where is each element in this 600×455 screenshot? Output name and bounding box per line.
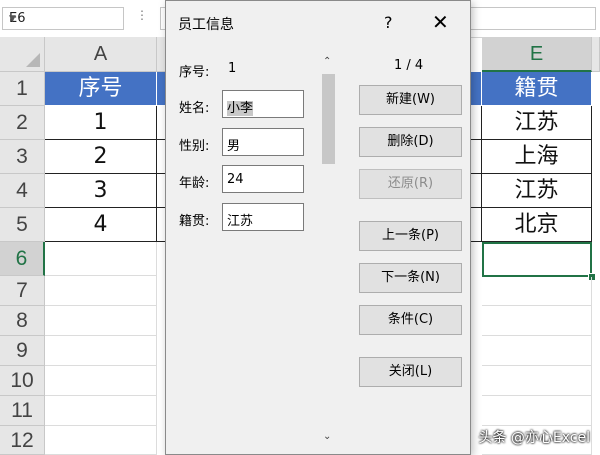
delete-button[interactable]: 删除(D) [359,127,462,157]
column-header-e[interactable]: E [482,37,592,72]
cell-a6[interactable] [45,242,157,276]
cell-e9[interactable] [482,336,592,366]
restore-button[interactable]: 还原(R) [359,169,462,199]
gender-field[interactable]: 男 [222,128,304,156]
cell-e7[interactable] [482,277,592,306]
age-field[interactable]: 24 [222,165,304,193]
cell-d5[interactable] [470,208,482,242]
active-cell-e6[interactable] [482,242,592,277]
chevron-down-icon[interactable]: ⌄ [323,431,331,442]
cell-a11[interactable] [45,396,157,426]
cell-e4[interactable]: 江苏 [482,174,592,208]
cell-a1[interactable]: 序号 [45,72,157,106]
data-form-dialog: 员工信息 ? ✕ 序号: 1 姓名: 小李 性别: 男 年龄: 24 籍贯: 江… [165,0,471,455]
row-header-10[interactable]: 10 [0,366,45,396]
row-header-5[interactable]: 5 [0,208,45,242]
row-header-2[interactable]: 2 [0,106,45,140]
name-label: 姓名: [179,101,210,116]
name-box[interactable]: E6 ▼ [2,7,124,30]
cell-d1[interactable] [470,72,482,106]
cell-a7[interactable] [45,276,157,306]
row-header-11[interactable]: 11 [0,396,45,426]
next-button[interactable]: 下一条(N) [359,263,462,293]
name-field[interactable]: 小李 [222,90,304,118]
new-button[interactable]: 新建(W) [359,85,462,115]
cell-d4[interactable] [470,174,482,208]
row-header-8[interactable]: 8 [0,306,45,336]
row-header-3[interactable]: 3 [0,140,45,174]
cell-d2[interactable] [470,106,482,140]
previous-button[interactable]: 上一条(P) [359,221,462,251]
record-scrollbar[interactable]: ⌃ ⌄ [320,54,337,448]
cell-e2[interactable]: 江苏 [482,106,592,140]
cell-e11[interactable] [482,396,592,426]
column-header-f[interactable] [592,37,600,72]
watermark: 头条 @亦心Excel [478,430,590,446]
cell-a8[interactable] [45,306,157,336]
cell-e1[interactable]: 籍贯 [482,72,592,106]
hometown-field[interactable]: 江苏 [222,203,304,231]
record-counter: 1 / 4 [394,58,424,73]
record-id-value: 1 [228,61,237,76]
column-header-a[interactable]: A [45,37,157,72]
chevron-down-icon[interactable]: ▼ [9,14,117,24]
name-field-value: 小李 [227,101,254,116]
criteria-button[interactable]: 条件(C) [359,305,462,335]
select-all-corner[interactable] [0,37,45,72]
close-icon[interactable]: ✕ [432,10,449,34]
age-label: 年龄: [179,176,210,191]
cell-a4[interactable]: 3 [45,174,157,208]
record-id-label: 序号: [179,65,210,80]
help-icon[interactable]: ? [384,13,393,32]
cell-e5[interactable]: 北京 [482,208,592,242]
row-header-4[interactable]: 4 [0,174,45,208]
row-header-7[interactable]: 7 [0,276,45,306]
formula-bar-dots: ⋮ [136,8,149,22]
cell-e3[interactable]: 上海 [482,140,592,174]
close-button[interactable]: 关闭(L) [359,357,462,387]
cell-d3[interactable] [470,140,482,174]
hometown-label: 籍贯: [179,214,210,229]
row-header-1[interactable]: 1 [0,72,45,106]
row-header-9[interactable]: 9 [0,336,45,366]
gender-label: 性别: [179,139,210,154]
cell-a2[interactable]: 1 [45,106,157,140]
chevron-up-icon[interactable]: ⌃ [323,56,331,67]
cell-a3[interactable]: 2 [45,140,157,174]
cell-a10[interactable] [45,366,157,396]
cell-a9[interactable] [45,336,157,366]
row-header-6[interactable]: 6 [0,242,45,276]
cell-a12[interactable] [45,426,157,455]
scrollbar-thumb[interactable] [322,74,335,164]
cell-e8[interactable] [482,306,592,336]
row-header-12[interactable]: 12 [0,426,45,455]
dialog-title: 员工信息 [178,17,234,33]
cell-e10[interactable] [482,366,592,396]
cell-a5[interactable]: 4 [45,208,157,242]
